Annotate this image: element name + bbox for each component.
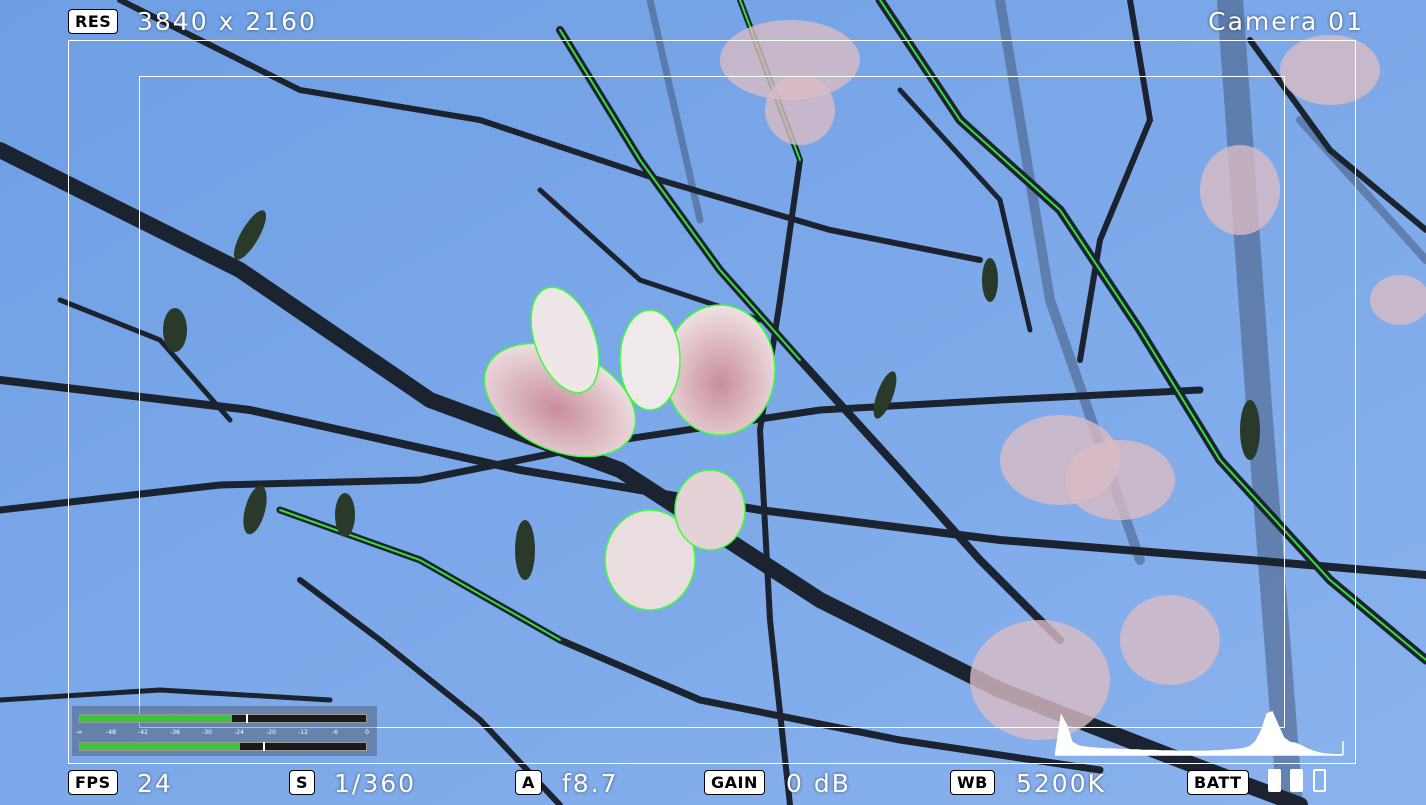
audio-scale-label: -24 xyxy=(234,729,244,736)
fps-badge: FPS xyxy=(68,770,118,795)
aperture-value: f8.7 xyxy=(562,769,619,798)
histogram-fill xyxy=(1055,711,1343,755)
aperture-badge: A xyxy=(515,770,542,795)
audio-channel-2-peak xyxy=(263,742,266,751)
audio-scale-label: -6 xyxy=(332,729,338,736)
audio-scale-label: -20 xyxy=(266,729,276,736)
audio-channel-1-bar xyxy=(79,714,367,723)
audio-scale-label: -∞ xyxy=(75,729,83,736)
audio-channel-1-fill xyxy=(80,715,232,722)
shutter-badge: S xyxy=(289,770,316,795)
gain-value: 0 dB xyxy=(786,769,851,798)
battery-badge: BATT xyxy=(1187,770,1249,795)
camera-name: Camera 01 xyxy=(1208,7,1364,36)
audio-scale-label: -48 xyxy=(106,729,116,736)
resolution-value: 3840 x 2160 xyxy=(137,7,317,36)
battery-indicator xyxy=(1268,769,1332,794)
white-balance-badge: WB xyxy=(950,770,995,795)
battery-cell-3 xyxy=(1313,769,1326,792)
audio-scale-label: -36 xyxy=(170,729,180,736)
luminance-histogram xyxy=(1055,711,1344,756)
shutter-value: 1/360 xyxy=(334,769,417,798)
audio-channel-1-peak xyxy=(245,714,248,723)
safe-area-inner-frame xyxy=(139,76,1285,728)
audio-channel-2-fill xyxy=(80,743,241,750)
audio-scale-label: -30 xyxy=(202,729,212,736)
battery-cell-2 xyxy=(1290,769,1303,792)
res-badge: RES xyxy=(68,9,119,34)
white-balance-value: 5200K xyxy=(1016,769,1107,798)
audio-level-meter: -∞ -48 -42 -36 -30 -24 -20 -12 -6 0 xyxy=(72,706,377,756)
audio-scale-label: 0 xyxy=(365,729,369,736)
audio-channel-2-bar xyxy=(79,742,367,751)
audio-scale-label: -42 xyxy=(138,729,148,736)
fps-value: 24 xyxy=(137,769,173,798)
gain-badge: GAIN xyxy=(704,770,765,795)
audio-scale-label: -12 xyxy=(298,729,308,736)
battery-cell-1 xyxy=(1268,769,1281,792)
audio-meter-scale: -∞ -48 -42 -36 -30 -24 -20 -12 -6 0 xyxy=(75,729,369,739)
